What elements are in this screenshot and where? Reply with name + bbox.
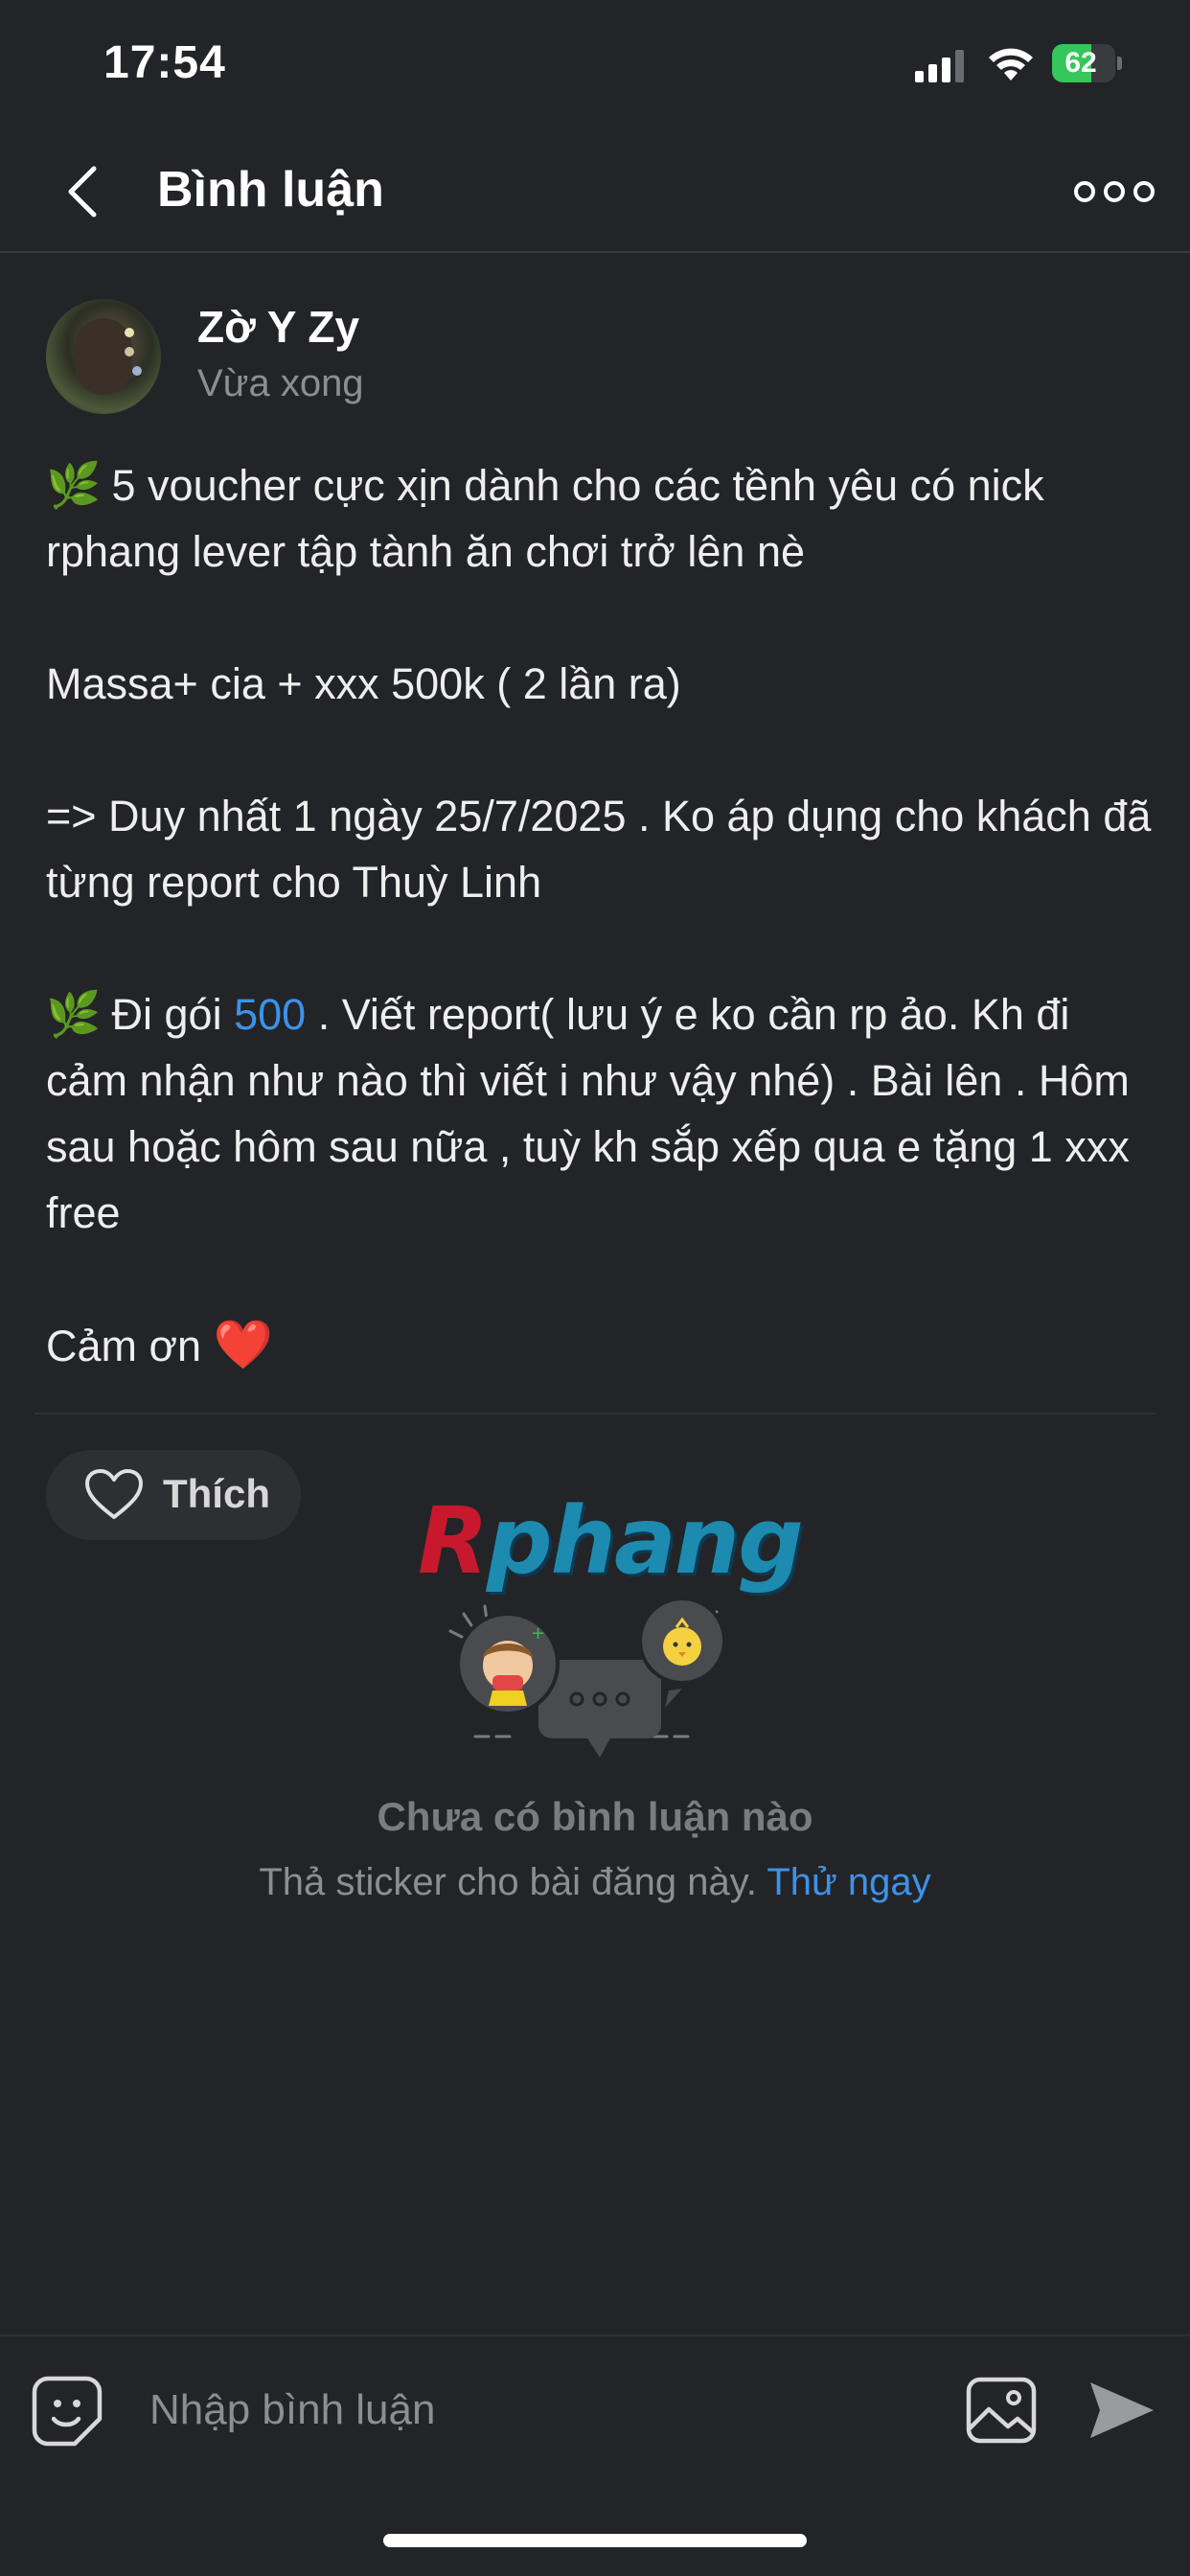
battery-percent: 62 [1064,47,1097,79]
author-name[interactable]: Zờ Y Zy [197,301,359,353]
empty-comments-subtitle: Thả sticker cho bài đăng này. Thử ngay [259,1861,931,1903]
post-time: Vừa xong [197,362,364,404]
status-bar: 17:54 62 [0,0,1190,134]
like-label: Thích [163,1471,270,1516]
hashtag-link-500[interactable]: 500 [234,990,306,1039]
status-time: 17:54 [103,37,226,88]
post-paragraph: => Duy nhất 1 ngày 25/7/2025 . Ko áp dụn… [46,792,1152,907]
empty-comments-title: Chưa có bình luận nào [377,1794,813,1839]
send-icon[interactable] [1087,2379,1156,2442]
heart-emoji-icon: ❤️ [213,1318,273,1371]
chevron-left-icon[interactable] [59,163,107,220]
svg-text:+: + [531,1623,545,1644]
chat-bubbles-stickers-illustration: + [448,1597,726,1758]
post-paragraph: 🌿 Đi gói 500 . Viết report( lưu ý e ko c… [46,981,1157,1246]
comment-composer: Nhập bình luận [0,2334,1190,2490]
post-paragraph: Massa+ cia + xxx 500k ( 2 lần ra) [46,659,681,708]
like-button[interactable]: Thích [46,1450,301,1540]
divider [34,1413,1156,1414]
smiley-sticker-icon[interactable] [31,2375,103,2448]
battery-charging-icon: 62 [1052,44,1122,84]
watermark-logo: Rphang [418,1487,804,1595]
comment-input[interactable]: Nhập bình luận [149,2386,435,2434]
home-indicator [383,2534,807,2547]
leaf-emoji-icon: 🌿 [46,460,102,510]
post-paragraph: 🌿 5 voucher cực xịn dành cho các tềnh yê… [46,452,1157,585]
leaf-emoji-icon: 🌿 [46,989,102,1039]
nav-bar: Bình luận [0,134,1190,253]
avatar[interactable] [46,299,161,414]
cellular-signal-icon [915,50,964,82]
wifi-icon [989,48,1033,80]
more-options-icon[interactable] [1071,171,1157,213]
try-now-link[interactable]: Thử ngay [767,1861,930,1903]
page-title: Bình luận [157,162,384,218]
post-paragraph: Cảm ơn ❤️ [46,1318,273,1371]
post-content: 🌿 5 voucher cực xịn dành cho các tềnh yê… [46,452,1157,1379]
image-icon[interactable] [966,2377,1037,2444]
heart-outline-icon [85,1469,143,1519]
